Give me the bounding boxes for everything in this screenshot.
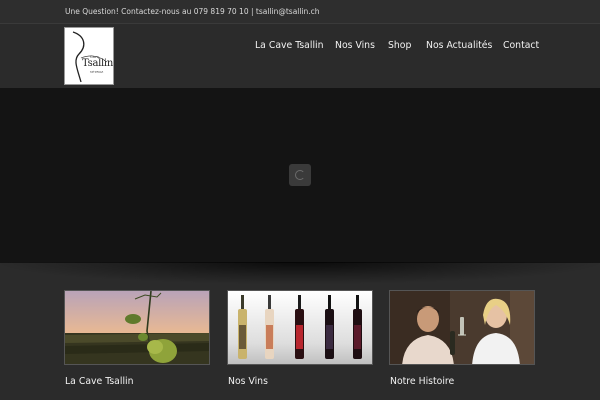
site-logo[interactable]: Cave Tsallin VÉTROZ (64, 27, 114, 85)
top-bar: Une Question! Contactez-nous au 079 819 … (0, 0, 600, 24)
card-image-nos-vins[interactable] (227, 290, 373, 365)
nav-item-shop[interactable]: Shop (388, 40, 411, 54)
nav-item-la-cave-tsallin[interactable]: La Cave Tsallin (255, 40, 324, 54)
card-image-notre-histoire[interactable] (389, 290, 535, 365)
contact-info-text: Une Question! Contactez-nous au 079 819 … (65, 7, 320, 16)
wine-bottles-photo (228, 291, 372, 364)
card-title-nos-vins[interactable]: Nos Vins (228, 376, 268, 387)
card-image-la-cave[interactable] (64, 290, 210, 365)
logo-name: Tsallin (82, 58, 113, 69)
logo-place: VÉTROZ (90, 70, 104, 74)
nav-item-nos-actualites[interactable]: Nos Actualités (426, 40, 492, 54)
winemakers-photo (390, 291, 534, 364)
loading-indicator (289, 164, 311, 186)
hero-shadow (0, 262, 600, 284)
spinner-icon (295, 170, 305, 180)
vine-sunset-photo (65, 291, 209, 364)
site-header: Cave Tsallin VÉTROZ La Cave Tsallin Nos … (0, 24, 600, 88)
hero-slider (0, 88, 600, 263)
card-title-notre-histoire[interactable]: Notre Histoire (390, 376, 454, 387)
card-title-la-cave-tsallin[interactable]: La Cave Tsallin (65, 376, 134, 387)
nav-item-nos-vins[interactable]: Nos Vins (335, 40, 375, 54)
nav-item-contact[interactable]: Contact (503, 40, 539, 54)
